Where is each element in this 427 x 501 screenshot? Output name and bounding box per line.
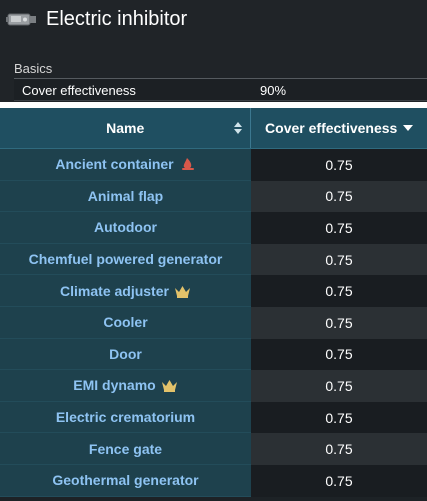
row-name-link[interactable]: Chemfuel powered generator [29, 251, 223, 267]
table-header: Name Cover effectiveness [0, 108, 427, 149]
row-value-cell: 0.75 [251, 401, 427, 434]
crown-icon [161, 380, 177, 393]
flame-icon [181, 158, 194, 171]
table-row: EMI dynamo 0.75 [0, 370, 427, 402]
property-row: Cover effectiveness 90% [14, 78, 427, 101]
sort-descending-icon [403, 125, 414, 131]
row-name-link[interactable]: Ancient container [55, 156, 173, 172]
page-title: Electric inhibitor [46, 7, 188, 30]
row-name-cell: Geothermal generator [0, 464, 251, 497]
row-name-link[interactable]: EMI dynamo [73, 377, 155, 393]
device-icon [4, 7, 40, 31]
header-panel: Electric inhibitor Basics Cover effectiv… [0, 0, 427, 102]
section-label-basics: Basics [14, 61, 53, 76]
row-name-cell: EMI dynamo [0, 370, 251, 402]
row-value-cell: 0.75 [251, 338, 427, 371]
column-header-cover-label: Cover effectiveness [265, 120, 398, 136]
column-header-name-label: Name [106, 120, 145, 136]
row-name-link[interactable]: Fence gate [89, 441, 162, 457]
table-row: Chemfuel powered generator 0.75 [0, 243, 427, 276]
column-header-name[interactable]: Name [0, 108, 250, 148]
row-name-link[interactable]: Autodoor [94, 219, 157, 235]
row-value-cell: 0.75 [251, 306, 427, 339]
table-row: Geothermal generator 0.75 [0, 464, 427, 497]
data-table: Name Cover effectiveness Ancient contain… [0, 108, 427, 501]
sort-both-icon [234, 122, 243, 134]
table-row: Animal flap 0.75 [0, 180, 427, 213]
table-row: Door 0.75 [0, 338, 427, 371]
table-row: Autodoor 0.75 [0, 212, 427, 244]
row-name-cell: Chemfuel powered generator [0, 243, 251, 276]
row-value-cell: 0.75 [251, 180, 427, 213]
table-row: Fence gate 0.75 [0, 433, 427, 465]
table-body: Ancient container 0.75 Animal flap 0.75 Auto… [0, 149, 427, 497]
row-value-cell: 0.75 [251, 433, 427, 465]
row-name-cell: Fence gate [0, 433, 251, 465]
crown-icon [174, 285, 190, 298]
row-name-cell: Ancient container [0, 149, 251, 181]
row-name-link[interactable]: Cooler [103, 314, 147, 330]
row-name-link[interactable]: Animal flap [88, 188, 163, 204]
table-row: Climate adjuster 0.75 [0, 275, 427, 307]
row-name-link[interactable]: Door [109, 346, 142, 362]
row-value-cell: 0.75 [251, 464, 427, 497]
row-name-cell: Autodoor [0, 212, 251, 244]
column-header-cover[interactable]: Cover effectiveness [250, 108, 427, 148]
row-name-link[interactable]: Climate adjuster [60, 283, 169, 299]
table-row: Cooler 0.75 [0, 306, 427, 339]
property-label: Cover effectiveness [22, 83, 136, 98]
property-value: 90% [260, 83, 287, 98]
row-value-cell: 0.75 [251, 275, 427, 307]
row-name-cell: Door [0, 338, 251, 371]
row-name-cell: Climate adjuster [0, 275, 251, 307]
row-value-cell: 0.75 [251, 149, 427, 181]
row-name-cell: Animal flap [0, 180, 251, 213]
row-value-cell: 0.75 [251, 243, 427, 276]
row-name-cell: Cooler [0, 306, 251, 339]
table-row: Electric crematorium 0.75 [0, 401, 427, 434]
row-name-cell: Electric crematorium [0, 401, 251, 434]
row-value-cell: 0.75 [251, 370, 427, 402]
row-name-link[interactable]: Geothermal generator [52, 472, 198, 488]
row-name-link[interactable]: Electric crematorium [56, 409, 195, 425]
row-value-cell: 0.75 [251, 212, 427, 244]
table-row: Ancient container 0.75 [0, 149, 427, 181]
title-row: Electric inhibitor [4, 6, 187, 32]
